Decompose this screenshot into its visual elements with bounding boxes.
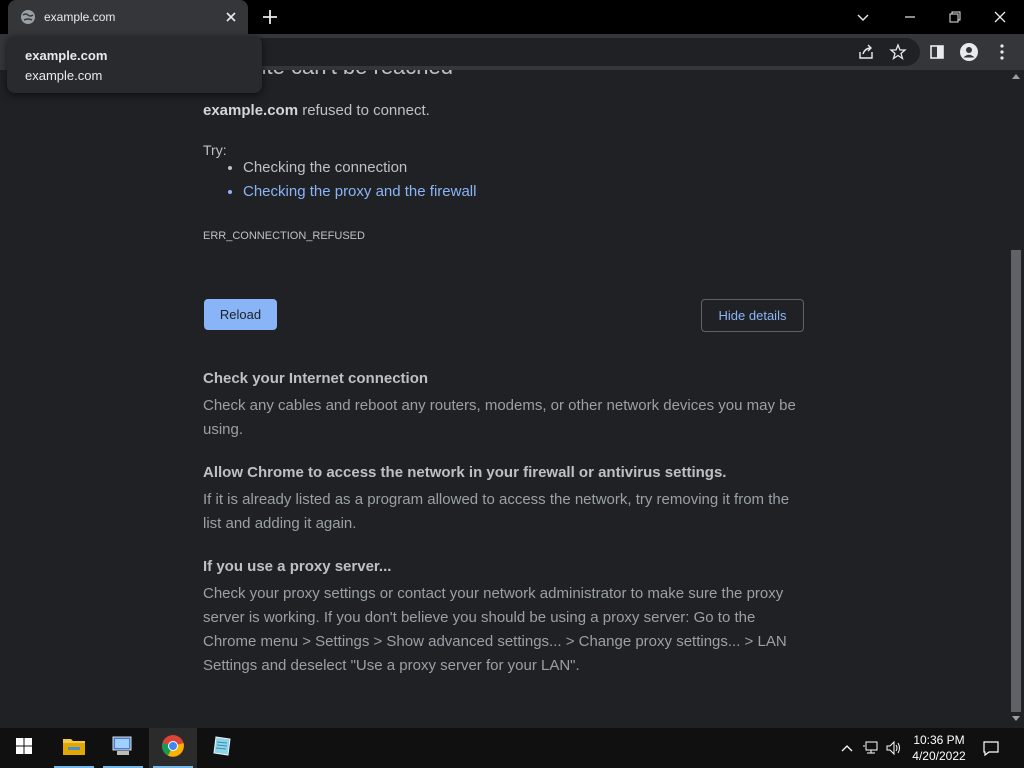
side-panel-icon[interactable] <box>927 42 947 62</box>
taskbar-notepad[interactable] <box>198 728 246 768</box>
profile-icon[interactable] <box>959 42 979 62</box>
section-body: Check any cables and reboot any routers,… <box>203 397 796 438</box>
hover-card-url: example.com <box>25 68 103 83</box>
refused-message: example.com refused to connect. <box>203 102 430 119</box>
share-icon[interactable] <box>856 42 876 62</box>
bookmark-star-icon[interactable] <box>888 42 908 62</box>
action-center-icon[interactable] <box>978 728 1004 768</box>
suggestion-item: Checking the connection <box>243 156 476 180</box>
clock-date: 4/20/2022 <box>912 749 966 763</box>
tab-close-icon[interactable] <box>222 8 240 26</box>
taskbar-file-explorer[interactable] <box>50 728 98 768</box>
windows-taskbar: 10:36 PM 4/20/2022 <box>0 728 1024 768</box>
show-hidden-icons-chevron-icon[interactable] <box>838 728 856 768</box>
proxy-firewall-link[interactable]: Checking the proxy and the firewall <box>243 180 476 204</box>
tab-hover-card: example.com example.com <box>7 36 262 93</box>
tab-search-chevron-icon[interactable] <box>849 4 877 30</box>
windows-logo-icon <box>15 737 33 760</box>
suggestion-list: Checking the connection Checking the pro… <box>203 156 476 204</box>
page-content: This site can't be reached example.com r… <box>0 70 1008 728</box>
new-tab-icon[interactable] <box>260 7 280 27</box>
file-explorer-icon <box>62 736 86 761</box>
section-title: Check your Internet connection <box>203 370 429 387</box>
close-window-icon[interactable] <box>986 4 1014 30</box>
tab-example[interactable]: example.com <box>8 0 248 34</box>
error-code: ERR_CONNECTION_REFUSED <box>203 230 365 242</box>
clock-time: 10:36 PM <box>913 733 965 747</box>
taskbar-chrome[interactable] <box>149 728 197 768</box>
section-body: If it is already listed as a program all… <box>203 491 790 532</box>
computer-icon <box>111 735 135 762</box>
volume-icon[interactable] <box>884 728 904 768</box>
refused-text: refused to connect. <box>298 102 430 119</box>
network-icon[interactable] <box>860 728 882 768</box>
host-name: example.com <box>203 102 299 119</box>
scroll-up-arrow-icon[interactable] <box>1012 74 1020 79</box>
tab-strip: example.com <box>0 0 1024 34</box>
notepad-icon <box>211 735 233 762</box>
system-clock[interactable]: 10:36 PM 4/20/2022 <box>902 732 976 764</box>
scrollbar-thumb[interactable] <box>1011 250 1021 712</box>
taskbar-computer[interactable] <box>99 728 147 768</box>
section-body: Check your proxy settings or contact you… <box>203 585 787 674</box>
vertical-scrollbar[interactable] <box>1008 70 1024 728</box>
minimize-icon[interactable] <box>896 4 924 30</box>
scroll-down-arrow-icon[interactable] <box>1012 716 1020 721</box>
hover-card-title: example.com <box>25 48 108 63</box>
reload-button[interactable]: Reload <box>204 299 277 330</box>
section-title: Allow Chrome to access the network in yo… <box>203 464 727 481</box>
menu-kebab-icon[interactable] <box>992 42 1012 62</box>
section-title: If you use a proxy server... <box>203 558 392 575</box>
globe-icon <box>20 9 36 25</box>
tab-title: example.com <box>44 10 116 24</box>
restore-icon[interactable] <box>941 4 969 30</box>
hide-details-button[interactable]: Hide details <box>701 299 804 332</box>
chrome-icon <box>161 734 185 763</box>
start-button[interactable] <box>0 728 48 768</box>
